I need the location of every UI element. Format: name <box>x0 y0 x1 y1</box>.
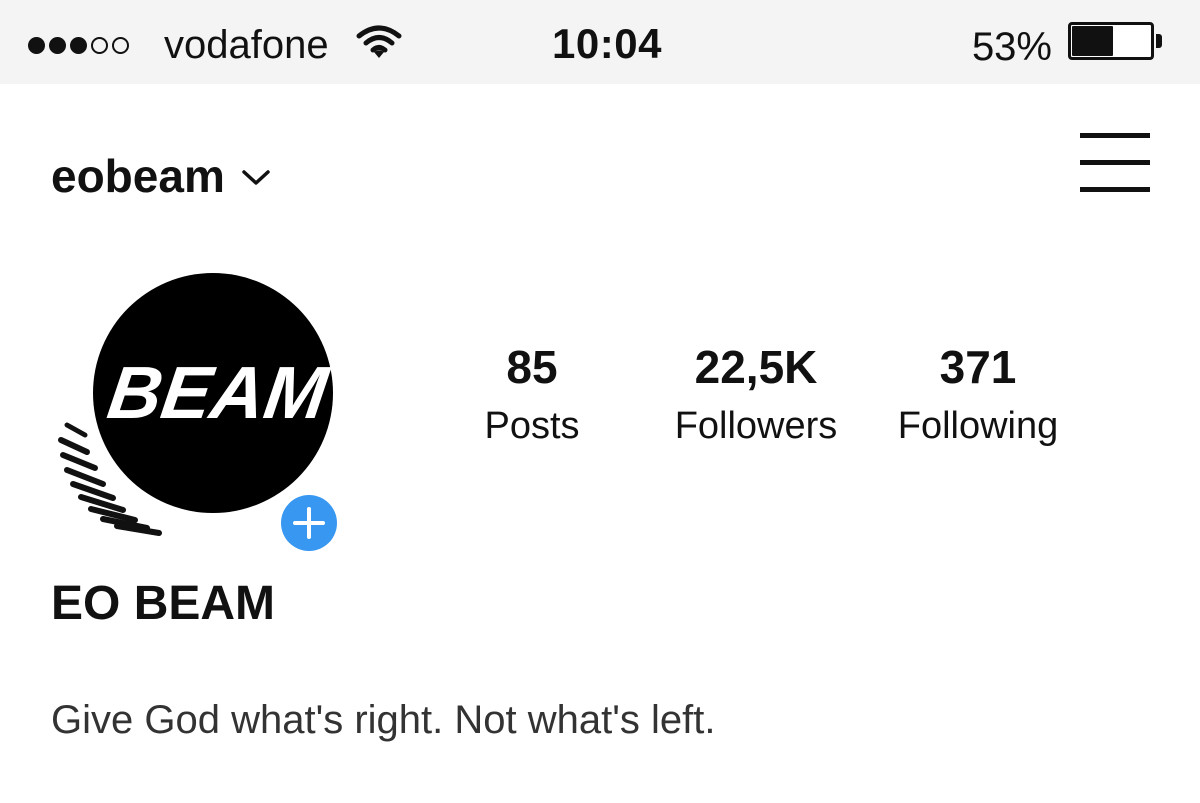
avatar-logo-text: BEAM <box>103 351 335 434</box>
following-count-label: Following <box>897 405 1059 447</box>
posts-count[interactable]: 85 Posts <box>412 340 652 448</box>
menu-bar-bottom <box>1080 187 1150 192</box>
following-count-value: 371 <box>939 341 1017 393</box>
posts-count-value: 85 <box>506 341 558 393</box>
instagram-profile-screen: vodafone 10:04 53% eobeam BEAM 85 Posts … <box>0 0 1200 803</box>
followers-count-value: 22,5K <box>694 341 818 393</box>
username: eobeam <box>51 150 225 202</box>
battery-icon <box>1068 22 1164 60</box>
battery-percentage: 53% <box>971 25 1052 69</box>
account-switcher[interactable]: eobeam <box>51 150 273 202</box>
status-bar: vodafone 10:04 53% <box>0 0 1200 84</box>
battery-level-fill <box>1072 26 1113 56</box>
profile-display-name: EO BEAM <box>51 577 276 630</box>
posts-count-label: Posts <box>484 405 580 447</box>
followers-count[interactable]: 22,5K Followers <box>636 340 876 448</box>
menu-bar-middle <box>1080 160 1150 165</box>
status-time-text: 10:04 <box>552 20 662 67</box>
hamburger-menu-icon[interactable] <box>1078 130 1152 196</box>
profile-bio: Give God what's right. Not what's left. <box>51 698 716 742</box>
battery-terminal <box>1156 34 1162 48</box>
followers-count-label: Followers <box>674 405 838 447</box>
menu-bar-top <box>1080 133 1150 138</box>
chevron-down-icon <box>242 170 270 185</box>
following-count[interactable]: 371 Following <box>858 340 1098 448</box>
plus-icon[interactable] <box>276 490 342 556</box>
